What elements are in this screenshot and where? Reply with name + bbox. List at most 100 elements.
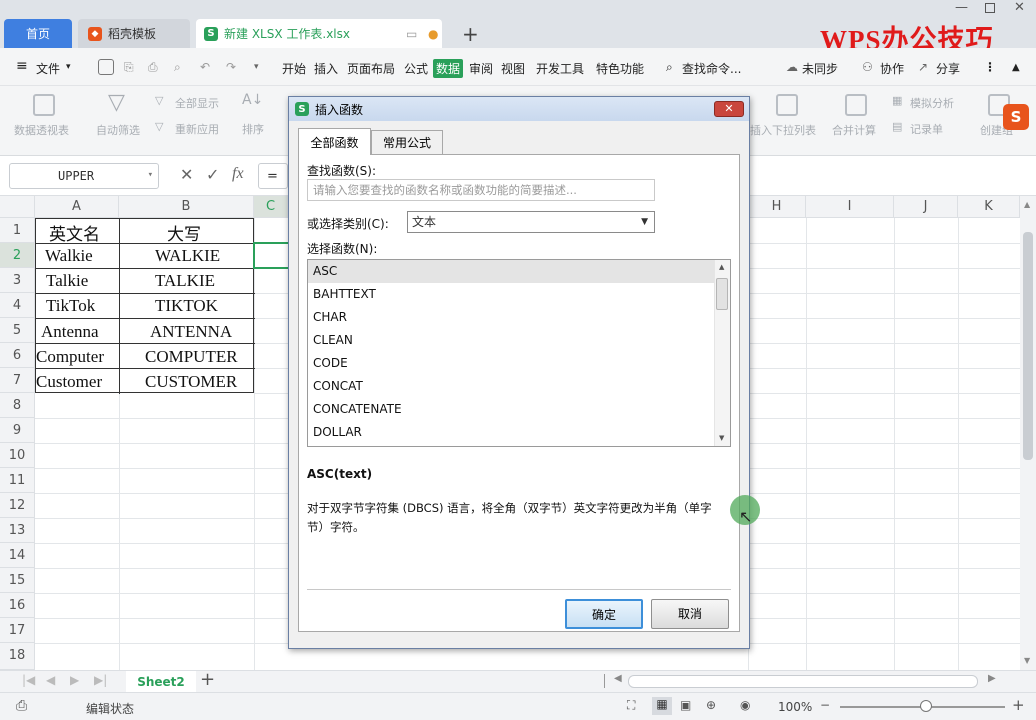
scroll-thumb[interactable] [1023, 232, 1033, 460]
row-header-13[interactable]: 13 [0, 518, 35, 543]
row-header-9[interactable]: 9 [0, 418, 35, 443]
collab-button[interactable]: 协作 [880, 60, 904, 77]
last-sheet-icon[interactable]: ▶| [94, 673, 107, 687]
undo-icon[interactable]: ↶ [200, 60, 210, 74]
row-header-8[interactable]: 8 [0, 393, 35, 418]
row-header-6[interactable]: 6 [0, 343, 35, 368]
ribbon-showall[interactable]: 全部显示 [175, 95, 219, 111]
row-header-11[interactable]: 11 [0, 468, 35, 493]
col-header-b[interactable]: B [119, 196, 254, 218]
cell-b6[interactable]: COMPUTER [145, 347, 238, 367]
chevron-down-icon[interactable]: ▾ [66, 62, 71, 72]
chevron-down-icon[interactable]: ▾ [148, 170, 153, 180]
ribbon-sort[interactable]: 排序 [242, 121, 264, 137]
row-header-16[interactable]: 16 [0, 593, 35, 618]
col-header-j[interactable]: J [894, 196, 958, 218]
menu-view[interactable]: 视图 [501, 60, 525, 77]
next-sheet-icon[interactable]: ▶ [70, 673, 79, 687]
header-cell-b1[interactable]: 大写 [167, 220, 201, 245]
command-search[interactable]: 查找命令... [682, 60, 741, 77]
menu-features[interactable]: 特色功能 [596, 60, 644, 77]
dialog-close-button[interactable]: ✕ [714, 101, 744, 117]
export-icon[interactable]: ⎘ [124, 60, 134, 75]
function-list[interactable]: ASC BAHTTEXT CHAR CLEAN CODE CONCAT CONC… [307, 259, 731, 447]
confirm-formula-icon[interactable]: ✓ [206, 165, 219, 184]
function-item[interactable]: BAHTTEXT [308, 283, 714, 306]
scroll-up-icon[interactable]: ▲ [719, 263, 724, 271]
tab-docer[interactable]: ◆ 稻壳模板 [78, 19, 190, 48]
collapse-ribbon-icon[interactable]: ▲ [1012, 62, 1020, 73]
cell-a4[interactable]: TikTok [46, 296, 95, 316]
cell-a2[interactable]: Walkie [45, 246, 93, 266]
zoom-out-icon[interactable]: − [820, 698, 830, 712]
maximize-icon[interactable] [985, 3, 995, 13]
page-break-view-icon[interactable]: ⊕ [706, 698, 716, 712]
menu-review[interactable]: 审阅 [469, 60, 493, 77]
redo-icon[interactable]: ↷ [226, 60, 236, 74]
category-select[interactable]: 文本 ▼ [407, 211, 655, 233]
menu-developer[interactable]: 开发工具 [536, 60, 584, 77]
cell-b4[interactable]: TIKTOK [155, 296, 218, 316]
function-item[interactable]: CHAR [308, 306, 714, 329]
row-header-12[interactable]: 12 [0, 493, 35, 518]
function-search-input[interactable]: 请输入您要查找的函数名称或函数功能的简要描述... [307, 179, 655, 201]
function-item[interactable]: DOLLAR [308, 421, 714, 444]
ok-button[interactable]: 确定 [565, 599, 643, 629]
select-all-corner[interactable] [0, 196, 35, 218]
cell-a3[interactable]: Talkie [46, 271, 88, 291]
col-header-h[interactable]: H [748, 196, 806, 218]
function-item[interactable]: CLEAN [308, 329, 714, 352]
zoom-level[interactable]: 100% [778, 700, 812, 714]
function-list-scrollbar[interactable]: ▲ ▼ [714, 260, 730, 446]
vertical-scrollbar[interactable]: ▲ ▼ [1020, 196, 1036, 670]
name-box[interactable]: UPPER ▾ [9, 163, 159, 189]
tab-home[interactable]: 首页 [4, 19, 72, 48]
row-header-15[interactable]: 15 [0, 568, 35, 593]
horizontal-scrollbar[interactable] [628, 675, 978, 688]
cell-b7[interactable]: CUSTOMER [145, 372, 237, 392]
splitter-icon[interactable] [604, 674, 612, 688]
tab-common-formulas[interactable]: 常用公式 [371, 130, 443, 154]
row-header-7[interactable]: 7 [0, 368, 35, 393]
more-options-icon[interactable]: ⋮ [984, 60, 996, 74]
cell-b3[interactable]: TALKIE [155, 271, 215, 291]
cell-b5[interactable]: ANTENNA [150, 322, 232, 342]
cancel-button[interactable]: 取消 [651, 599, 729, 629]
hscroll-left-icon[interactable]: ◀ [614, 673, 622, 684]
cell-a6[interactable]: Computer [36, 347, 104, 367]
col-header-k[interactable]: K [958, 196, 1020, 218]
fullscreen-icon[interactable]: ⛶ [627, 698, 635, 713]
row-header-14[interactable]: 14 [0, 543, 35, 568]
add-sheet-icon[interactable]: + [200, 669, 215, 690]
scroll-down-icon[interactable]: ▼ [1024, 656, 1030, 665]
ribbon-reapply[interactable]: 重新应用 [175, 121, 219, 137]
ribbon-consolidate[interactable]: 合并计算 [832, 122, 876, 138]
new-tab-button[interactable]: + [462, 22, 479, 46]
preview-icon[interactable]: ⌕ [174, 60, 181, 75]
zoom-slider-thumb[interactable] [920, 700, 932, 712]
ribbon-autofilter[interactable]: 自动筛选 [96, 122, 140, 138]
cancel-formula-icon[interactable]: ✕ [180, 165, 193, 184]
hscroll-right-icon[interactable]: ▶ [988, 673, 996, 684]
cell-b2[interactable]: WALKIE [155, 246, 220, 266]
print-icon[interactable]: ⎙ [148, 60, 158, 75]
row-header-3[interactable]: 3 [0, 268, 35, 293]
col-header-a[interactable]: A [35, 196, 119, 218]
scroll-thumb[interactable] [716, 278, 728, 310]
function-item[interactable]: CONCAT [308, 375, 714, 398]
row-header-17[interactable]: 17 [0, 618, 35, 643]
col-header-i[interactable]: I [806, 196, 894, 218]
zoom-in-icon[interactable]: + [1012, 696, 1025, 714]
function-item[interactable]: CONCATENATE [308, 398, 714, 421]
sync-status[interactable]: 未同步 [802, 60, 838, 77]
row-header-2[interactable]: 2 [0, 243, 35, 268]
share-button[interactable]: 分享 [936, 60, 960, 77]
more-chevron-icon[interactable]: ▾ [254, 62, 259, 72]
dialog-titlebar[interactable]: S 插入函数 ✕ [289, 97, 749, 121]
sheet-tab-sheet2[interactable]: Sheet2 [126, 671, 196, 693]
formula-input[interactable]: = [258, 163, 288, 189]
menu-insert[interactable]: 插入 [314, 60, 338, 77]
normal-view-icon[interactable]: ▦ [652, 697, 672, 715]
cell-a7[interactable]: Customer [36, 372, 102, 392]
page-layout-view-icon[interactable]: ▣ [680, 698, 691, 712]
